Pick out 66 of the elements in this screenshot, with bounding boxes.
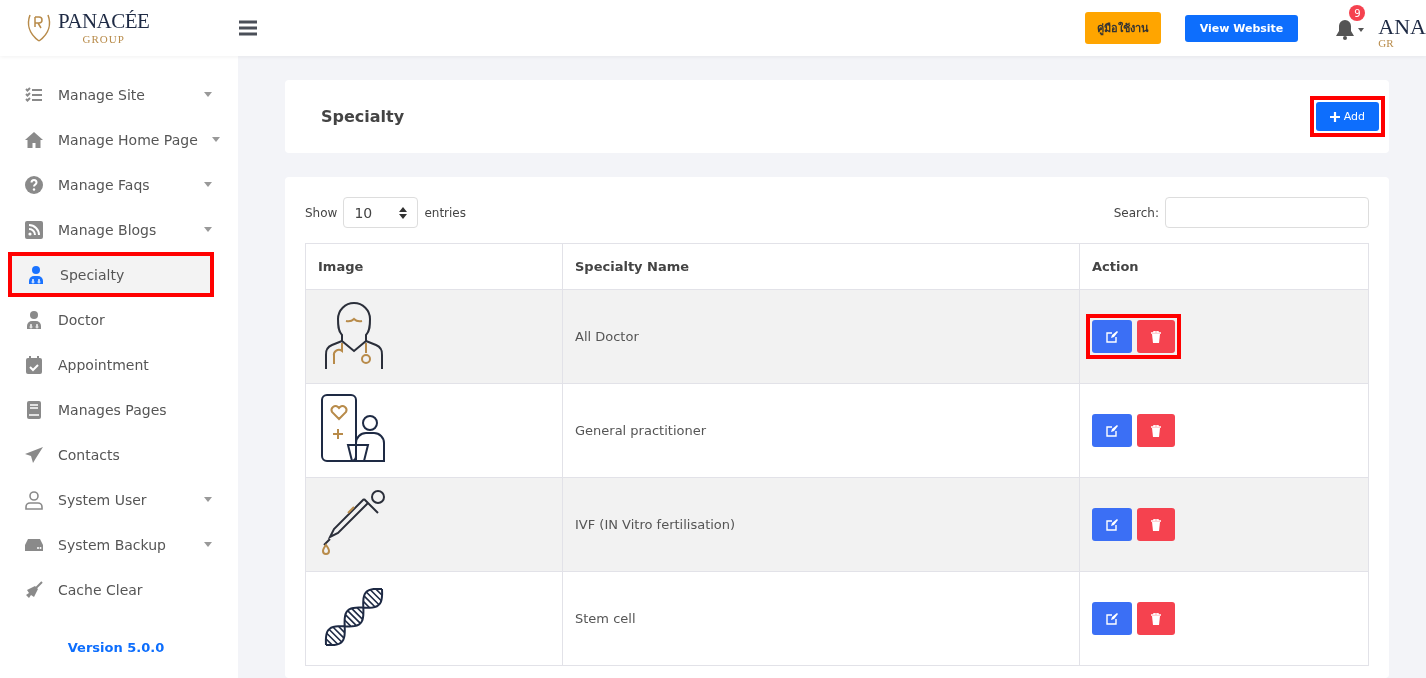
trash-icon	[1151, 518, 1161, 531]
sidebar-item[interactable]: Doctor	[0, 297, 238, 342]
logo-name: PANACÉE	[58, 11, 150, 32]
sidebar-item[interactable]: Cache Clear	[0, 567, 238, 612]
calendar-icon	[24, 354, 44, 375]
delete-button[interactable]	[1137, 508, 1175, 541]
rss-icon	[24, 219, 44, 240]
book-icon	[24, 399, 44, 420]
trash-icon	[1151, 612, 1161, 625]
edit-icon	[1106, 518, 1118, 531]
page-title: Specialty	[321, 107, 405, 126]
doctor-icon	[24, 309, 44, 330]
column-header: Image	[305, 243, 563, 290]
question-icon	[24, 174, 44, 195]
edit-icon	[1106, 330, 1118, 343]
sort-arrows-icon	[399, 206, 408, 219]
sidebar-item[interactable]: System User	[0, 477, 238, 522]
doctor-icon	[26, 264, 46, 285]
edit-button[interactable]	[1092, 414, 1132, 447]
sidebar-item[interactable]: Specialty	[8, 252, 214, 297]
notification-badge: 9	[1349, 5, 1366, 21]
user-icon	[24, 489, 44, 510]
table-cell: Stem cell	[562, 571, 1080, 666]
show-label: Show	[305, 205, 338, 220]
menu-icon[interactable]	[238, 20, 258, 36]
edit-button[interactable]	[1092, 320, 1132, 353]
version-label: Version 5.0.0	[66, 640, 166, 655]
sidebar-item[interactable]: Appointment	[0, 342, 238, 387]
table-cell: All Doctor	[562, 289, 1080, 384]
search-field[interactable]	[1165, 197, 1369, 228]
delete-button[interactable]	[1137, 602, 1175, 635]
caret-icon	[1358, 28, 1365, 32]
profile-logo-tagline: GR	[1378, 37, 1395, 49]
sidebar-item[interactable]: Contacts	[0, 432, 238, 477]
edit-icon	[1106, 612, 1118, 625]
delete-button[interactable]	[1137, 414, 1175, 447]
table-cell: IVF (IN Vitro fertilisation)	[562, 477, 1080, 572]
send-icon	[24, 444, 44, 465]
trash-icon	[1151, 330, 1161, 343]
column-header: Specialty Name	[562, 243, 1080, 290]
bell-icon[interactable]	[1336, 20, 1355, 40]
home-icon	[24, 129, 44, 150]
column-header: Action	[1079, 243, 1369, 290]
delete-button[interactable]	[1137, 320, 1175, 353]
sidebar-item[interactable]: Manage Home Page	[0, 117, 238, 162]
logo-tagline: GROUP	[82, 34, 125, 45]
edit-icon	[1106, 424, 1118, 437]
sidebar-item[interactable]: Manage Site	[0, 72, 238, 117]
edit-button[interactable]	[1092, 602, 1132, 635]
entries-label: entries	[424, 205, 466, 220]
add-button[interactable]: Add	[1315, 102, 1379, 131]
sidebar-item[interactable]: Manage Faqs	[0, 162, 238, 207]
plus-icon	[1329, 111, 1340, 122]
checklist-icon	[24, 84, 44, 105]
search-label: Search:	[1113, 205, 1159, 220]
broom-icon	[24, 579, 44, 600]
sidebar-item[interactable]: Manages Pages	[0, 387, 238, 432]
table-cell: General practitioner	[562, 383, 1080, 478]
profile-logo-name[interactable]: ANA	[1378, 15, 1426, 38]
view-website-button[interactable]: View Website	[1184, 14, 1299, 42]
sidebar-item[interactable]: System Backup	[0, 522, 238, 567]
manual-button[interactable]: คู่มือใช้งาน	[1084, 12, 1161, 44]
sidebar-item[interactable]: Manage Blogs	[0, 207, 238, 252]
page-size-select[interactable]: 10	[343, 197, 419, 228]
edit-button[interactable]	[1092, 508, 1132, 541]
trash-icon	[1151, 424, 1161, 437]
